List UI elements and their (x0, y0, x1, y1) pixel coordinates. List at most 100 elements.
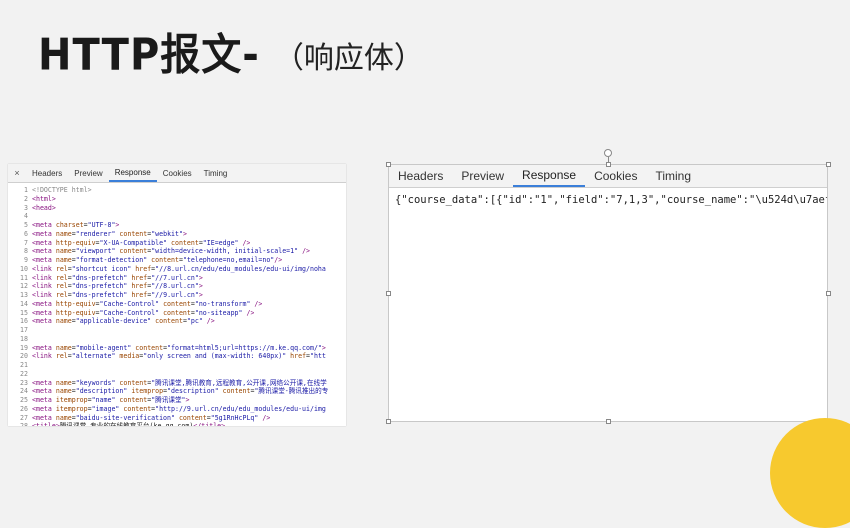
code-line: 17 (8, 326, 346, 335)
line-number: 12 (20, 282, 28, 291)
line-text: <title>腾讯课堂_专业的在线教育平台(ke.qq.com)</title> (32, 422, 225, 426)
line-number: 19 (20, 343, 28, 352)
code-line: 15 <meta http-equiv="Cache-Control" conte… (8, 309, 346, 318)
line-text: <meta charset="UTF-8"> (32, 221, 120, 229)
code-line: 7 <meta http-equiv="X-UA-Compatible" cont… (8, 239, 346, 248)
code-line: 2 <html> (8, 195, 346, 204)
resize-handle-left[interactable] (386, 291, 391, 296)
line-text: <html> (32, 194, 56, 203)
line-number: 4 (24, 212, 28, 221)
line-number: 16 (20, 317, 28, 326)
left-tab-response[interactable]: Response (108, 164, 157, 182)
code-line: 3 <head> (8, 204, 346, 213)
code-line: 23 <meta name="keywords" content="腾讯课堂,腾讯… (8, 379, 346, 388)
line-number: 8 (24, 247, 28, 256)
slide-title: HTTP报文- （响应体） (38, 22, 424, 80)
code-line: 10 <link rel="shortcut icon" href="//8.ur… (8, 265, 346, 274)
line-text: <link rel="dns-prefetch" href="//7.url.c… (32, 273, 203, 282)
rotate-handle[interactable] (604, 149, 612, 157)
code-line: 1 <!DOCTYPE html> (8, 186, 346, 195)
line-number: 10 (20, 264, 28, 273)
line-text: <meta itemprop="name" content="腾讯课堂"> (32, 396, 190, 404)
line-number: 28 (8, 422, 32, 426)
code-line: 27 <meta name="baidu-site-verification" c… (8, 414, 346, 423)
code-line: 22 (8, 370, 346, 379)
line-number: 6 (24, 229, 28, 238)
line-number: 23 (20, 378, 28, 387)
line-text: <link rel="dns-prefetch" href="//8.url.c… (32, 282, 203, 291)
line-number: 7 (24, 238, 28, 247)
line-text: <meta name="applicable-device" content="… (32, 317, 215, 326)
resize-handle-top[interactable] (606, 162, 611, 167)
line-text: <meta name="mobile-agent" content="forma… (32, 343, 326, 352)
slide-title-main: HTTP报文- (38, 30, 260, 81)
code-line: 18 (8, 335, 346, 344)
code-line: 28<title>腾讯课堂_专业的在线教育平台(ke.qq.com)</titl… (8, 422, 346, 426)
line-text: <meta name="renderer" content="webkit"> (32, 229, 187, 238)
line-number: 5 (24, 221, 28, 229)
right-tab-bar: Headers Preview Response Cookies Timing (389, 165, 827, 188)
line-text: <link rel="alternate" media="only screen… (32, 352, 326, 361)
line-text: <meta http-equiv="Cache-Control" content… (32, 308, 255, 317)
code-line: 13 <link rel="dns-prefetch" href="//9.url… (8, 291, 346, 300)
code-line: 6 <meta name="renderer" content="webkit"> (8, 230, 346, 239)
right-tab-response[interactable]: Response (513, 165, 586, 187)
left-tab-preview[interactable]: Preview (68, 164, 108, 182)
line-number: 25 (20, 396, 28, 404)
line-text: <link rel="shortcut icon" href="//8.url.… (32, 264, 326, 273)
code-line: 25 <meta itemprop="name" content="腾讯课堂"> (8, 396, 346, 405)
line-number: 11 (20, 273, 28, 282)
line-text: <meta name="description" itemprop="descr… (32, 387, 329, 396)
line-text: <meta http-equiv="X-UA-Compatible" conte… (32, 238, 251, 247)
line-text: <meta name="format-detection" content="t… (32, 256, 283, 264)
line-number: 13 (20, 291, 28, 299)
line-text: <meta itemprop="image" content="http://9… (32, 404, 326, 413)
code-line: 14 <meta http-equiv="Cache-Control" conte… (8, 300, 346, 309)
resize-handle-right[interactable] (826, 291, 831, 296)
left-tab-bar: × Headers Preview Response Cookies Timin… (8, 164, 346, 183)
line-number: 17 (20, 326, 28, 334)
line-text: <meta http-equiv="Cache-Control" content… (32, 299, 263, 308)
response-source-code: 1 <!DOCTYPE html> 2 <html> 3 <head> 4 5 <meta ch… (8, 183, 346, 426)
right-tab-timing[interactable]: Timing (646, 165, 700, 187)
resize-handle-bottom-left[interactable] (386, 419, 391, 424)
line-number: 21 (20, 361, 28, 369)
line-number: 18 (20, 334, 28, 343)
right-tab-preview[interactable]: Preview (452, 165, 513, 187)
close-icon[interactable]: × (8, 164, 26, 182)
line-text: <head> (32, 203, 56, 212)
response-json-body: {"course_data":[{"id":"1","field":"7,1,3… (395, 194, 827, 206)
left-tab-timing[interactable]: Timing (198, 164, 234, 182)
decorative-corner-circle (770, 418, 850, 528)
code-line: 16 <meta name="applicable-device" content… (8, 317, 346, 326)
code-line: 26 <meta itemprop="image" content="http:/… (8, 405, 346, 414)
left-tab-headers[interactable]: Headers (26, 164, 68, 182)
line-number: 14 (20, 299, 28, 308)
resize-handle-top-right[interactable] (826, 162, 831, 167)
line-text: <!DOCTYPE html> (32, 186, 92, 194)
left-devtools-panel: × Headers Preview Response Cookies Timin… (8, 164, 346, 426)
slide-title-sub: （响应体） (273, 41, 424, 76)
code-line: 11 <link rel="dns-prefetch" href="//7.url… (8, 274, 346, 283)
resize-handle-top-left[interactable] (386, 162, 391, 167)
line-number: 22 (20, 369, 28, 378)
line-number: 2 (24, 194, 28, 203)
line-number: 20 (20, 352, 28, 361)
right-tab-cookies[interactable]: Cookies (585, 165, 646, 187)
code-line: 21 (8, 361, 346, 370)
line-number: 9 (24, 256, 28, 264)
code-line: 4 (8, 212, 346, 221)
line-number: 27 (20, 413, 28, 422)
line-text: <meta name="keywords" content="腾讯课堂,腾讯教育… (32, 378, 327, 387)
right-tab-headers[interactable]: Headers (389, 165, 452, 187)
line-number: 3 (24, 203, 28, 212)
left-tab-cookies[interactable]: Cookies (157, 164, 198, 182)
line-number: 1 (24, 186, 28, 194)
line-text: <meta name="viewport" content="width=dev… (32, 247, 311, 256)
line-number: 15 (20, 308, 28, 317)
code-line: 12 <link rel="dns-prefetch" href="//8.url… (8, 282, 346, 291)
resize-handle-bottom[interactable] (606, 419, 611, 424)
line-number: 26 (20, 404, 28, 413)
code-line: 20 <link rel="alternate" media="only scre… (8, 352, 346, 361)
code-line: 24 <meta name="description" itemprop="des… (8, 387, 346, 396)
